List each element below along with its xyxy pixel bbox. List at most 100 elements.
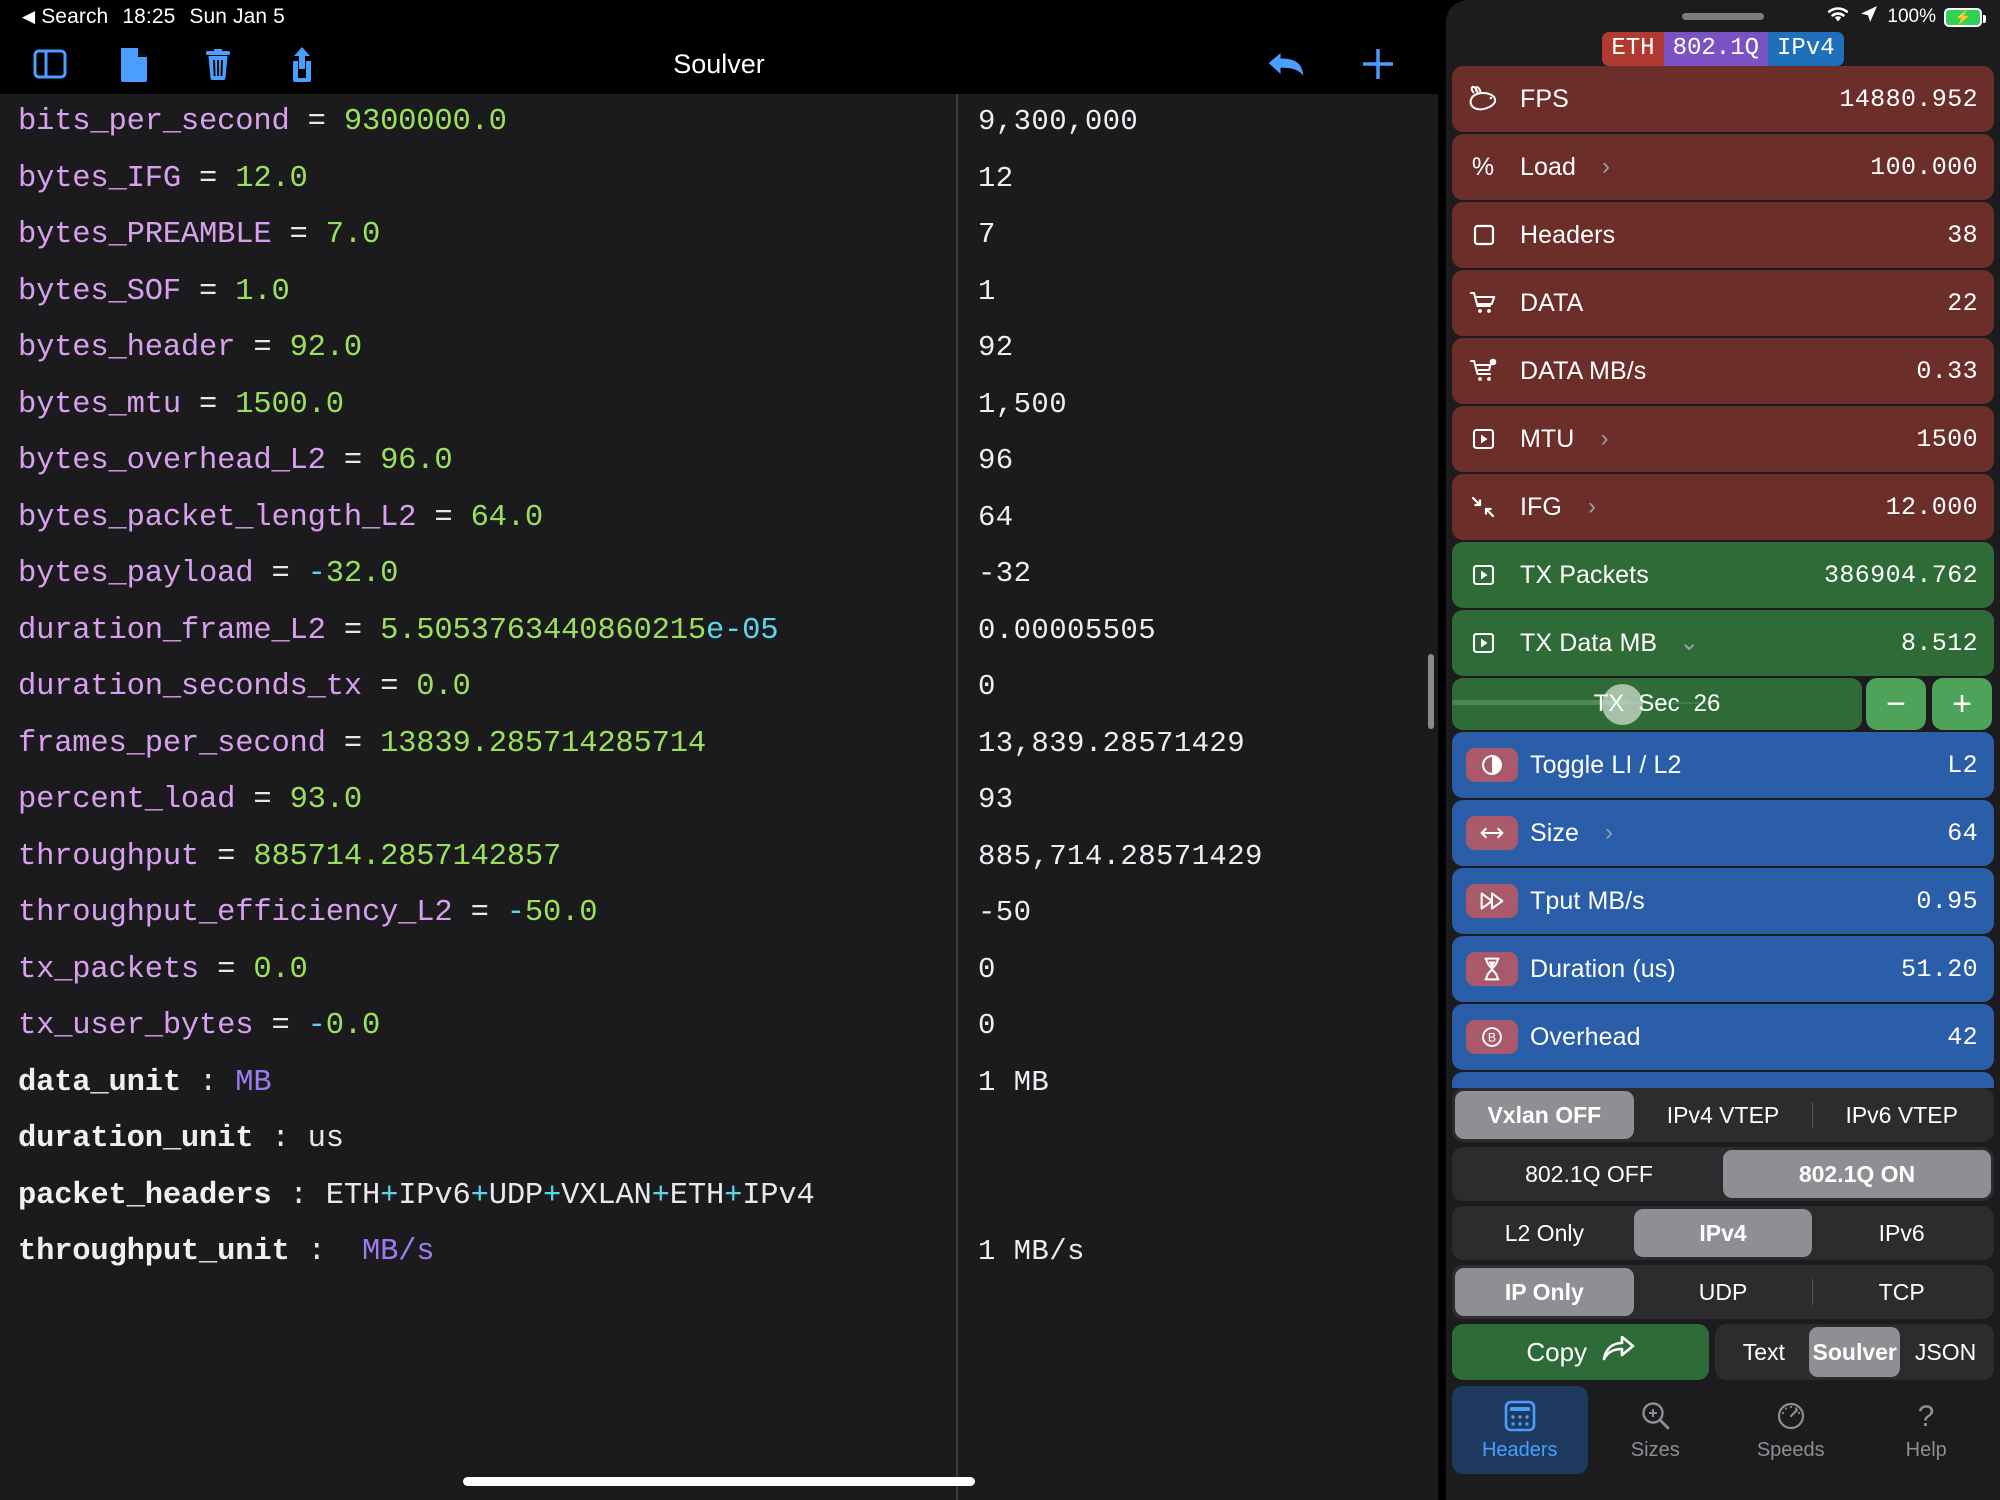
protocol-segment-groups[interactable]: Vxlan OFF IPv4 VTEP IPv6 VTEP 802.1Q OFF 802…: [1446, 1088, 2000, 1324]
soulver-editor[interactable]: bits_per_second = 9300000.0 9,300,000 byte…: [0, 94, 1438, 1500]
editor-scrollbar[interactable]: [1428, 654, 1434, 729]
tab-help[interactable]: ? Help: [1859, 1386, 1995, 1474]
editor-line[interactable]: bytes_packet_length_L2 = 64.0 64: [0, 490, 1438, 547]
editor-expression[interactable]: duration_seconds_tx = 0.0: [18, 659, 471, 716]
metric-row[interactable]: Toggle LI / L2 L2: [1452, 732, 1994, 798]
editor-line[interactable]: bytes_payload = -32.0 -32: [0, 546, 1438, 603]
editor-expression[interactable]: duration_frame_L2 = 5.5053763440860215e-…: [18, 603, 779, 660]
sidebar-icon[interactable]: [30, 44, 70, 84]
segment-option[interactable]: Vxlan OFF: [1455, 1091, 1634, 1139]
editor-expression[interactable]: throughput = 885714.2857142857: [18, 829, 561, 886]
segment-option[interactable]: IPv4: [1633, 1209, 1813, 1257]
segment-option[interactable]: L2 Only: [1455, 1209, 1634, 1257]
decrement-button[interactable]: −: [1866, 678, 1926, 730]
metric-row[interactable]: Headers 38: [1452, 202, 1994, 268]
metric-row[interactable]: Tput MB/s 0.95: [1452, 868, 1994, 934]
segment-option[interactable]: IPv6: [1812, 1209, 1991, 1257]
editor-line[interactable]: duration_frame_L2 = 5.5053763440860215e-…: [0, 603, 1438, 660]
editor-line[interactable]: bits_per_second = 9300000.0 9,300,000: [0, 94, 1438, 151]
tab-speeds[interactable]: Speeds: [1723, 1386, 1859, 1474]
chevron-down-icon[interactable]: ⌄: [1679, 631, 1699, 655]
editor-expression[interactable]: data_unit : MB: [18, 1055, 272, 1112]
editor-expression[interactable]: bytes_IFG = 12.0: [18, 151, 308, 208]
editor-sheet[interactable]: bits_per_second = 9300000.0 9,300,000 byte…: [0, 94, 1438, 1500]
editor-line[interactable]: duration_seconds_tx = 0.0 0: [0, 659, 1438, 716]
tab-sizes[interactable]: Sizes: [1588, 1386, 1724, 1474]
editor-expression[interactable]: duration_unit : us: [18, 1111, 344, 1168]
editor-expression[interactable]: packet_headers : ETH+IPv6+UDP+VXLAN+ETH+…: [18, 1168, 815, 1225]
editor-expression[interactable]: percent_load = 93.0: [18, 772, 362, 829]
editor-expression[interactable]: bytes_overhead_L2 = 96.0: [18, 433, 453, 490]
editor-expression[interactable]: bytes_SOF = 1.0: [18, 264, 290, 321]
editor-expression[interactable]: bytes_mtu = 1500.0: [18, 377, 344, 434]
share-icon[interactable]: [282, 44, 322, 84]
trash-icon[interactable]: [198, 44, 238, 84]
segmented-control[interactable]: IP Only UDP TCP: [1452, 1265, 1994, 1319]
metric-row[interactable]: IFG › 12.000: [1452, 474, 1994, 540]
segment-option[interactable]: IPv6 VTEP: [1812, 1091, 1991, 1139]
bottom-tab-bar[interactable]: Headers Sizes Speeds? Help: [1446, 1386, 2000, 1474]
document-icon[interactable]: [114, 44, 154, 84]
editor-line[interactable]: throughput = 885714.2857142857 885,714.28…: [0, 829, 1438, 886]
tx-seconds-slider-row[interactable]: TX Sec 26 − +: [1452, 678, 1994, 730]
editor-line[interactable]: packet_headers : ETH+IPv6+UDP+VXLAN+ETH+…: [0, 1168, 1438, 1225]
editor-line[interactable]: bytes_mtu = 1500.0 1,500: [0, 377, 1438, 434]
plus-icon[interactable]: [1358, 44, 1398, 84]
editor-line[interactable]: frames_per_second = 13839.285714285714 13…: [0, 716, 1438, 773]
metric-row[interactable]: TX Packets 386904.762: [1452, 542, 1994, 608]
editor-expression[interactable]: tx_packets = 0.0: [18, 942, 308, 999]
segmented-control[interactable]: Vxlan OFF IPv4 VTEP IPv6 VTEP: [1452, 1088, 1994, 1142]
metric-row[interactable]: B Overhead 42: [1452, 1004, 1994, 1070]
metric-row[interactable]: MTU › 1500: [1452, 406, 1994, 472]
editor-line[interactable]: throughput_efficiency_L2 = -50.0 -50: [0, 885, 1438, 942]
editor-expression[interactable]: throughput_unit : MB/s: [18, 1224, 435, 1281]
metric-row[interactable]: DATA MB/s 0.33: [1452, 338, 1994, 404]
editor-line[interactable]: duration_unit : us: [0, 1111, 1438, 1168]
chevron-right-icon[interactable]: ›: [1605, 821, 1613, 845]
segmented-control[interactable]: 802.1Q OFF 802.1Q ON: [1452, 1147, 1994, 1201]
chevron-right-icon[interactable]: ›: [1588, 495, 1596, 519]
undo-arrow-icon[interactable]: [1266, 44, 1306, 84]
output-format-group[interactable]: Text Soulver JSON: [1715, 1324, 1994, 1380]
back-to-search-label[interactable]: Search: [41, 5, 108, 29]
editor-expression[interactable]: frames_per_second = 13839.285714285714: [18, 716, 706, 773]
tab-headers[interactable]: Headers: [1452, 1386, 1588, 1474]
metric-row[interactable]: TX Data MB ⌄ 8.512: [1452, 610, 1994, 676]
chevron-right-icon[interactable]: ›: [1600, 427, 1608, 451]
editor-line[interactable]: bytes_overhead_L2 = 96.0 96: [0, 433, 1438, 490]
editor-line[interactable]: data_unit : MB 1 MB: [0, 1055, 1438, 1112]
metric-row[interactable]: DATA 22: [1452, 270, 1994, 336]
segment-option[interactable]: IPv4 VTEP: [1634, 1091, 1813, 1139]
editor-expression[interactable]: bits_per_second = 9300000.0: [18, 94, 507, 151]
editor-line[interactable]: throughput_unit : MB/s 1 MB/s: [0, 1224, 1438, 1281]
metric-row[interactable]: % Load › 100.000: [1452, 134, 1994, 200]
editor-line[interactable]: bytes_SOF = 1.0 1: [0, 264, 1438, 321]
editor-expression[interactable]: bytes_payload = -32.0: [18, 546, 398, 603]
segment-option[interactable]: UDP: [1634, 1268, 1813, 1316]
metric-row[interactable]: Duration (us) 51.20: [1452, 936, 1994, 1002]
editor-expression[interactable]: throughput_efficiency_L2 = -50.0: [18, 885, 598, 942]
segmented-control[interactable]: L2 Only IPv4 IPv6: [1452, 1206, 1994, 1260]
editor-expression[interactable]: tx_user_bytes = -0.0: [18, 998, 380, 1055]
chevron-right-icon[interactable]: ›: [1602, 155, 1610, 179]
metric-row[interactable]: Size › 64: [1452, 800, 1994, 866]
editor-line[interactable]: tx_packets = 0.0 0: [0, 942, 1438, 999]
copy-button[interactable]: Copy: [1452, 1324, 1710, 1380]
segment-option[interactable]: IP Only: [1455, 1268, 1634, 1316]
format-option[interactable]: JSON: [1900, 1327, 1991, 1377]
editor-expression[interactable]: bytes_PREAMBLE = 7.0: [18, 207, 380, 264]
editor-line[interactable]: bytes_IFG = 12.0 12: [0, 151, 1438, 208]
editor-line[interactable]: bytes_PREAMBLE = 7.0 7: [0, 207, 1438, 264]
segment-option[interactable]: 802.1Q ON: [1723, 1150, 1991, 1198]
format-option[interactable]: Text: [1718, 1327, 1809, 1377]
segment-option[interactable]: TCP: [1812, 1268, 1991, 1316]
drag-grabber[interactable]: [1682, 13, 1764, 20]
editor-line[interactable]: tx_user_bytes = -0.0 0: [0, 998, 1438, 1055]
metrics-list[interactable]: FPS 14880.952% Load › 100.000 Headers 38 DATA 22…: [1446, 66, 2000, 1088]
metric-row[interactable]: FPS 14880.952: [1452, 66, 1994, 132]
segment-option[interactable]: 802.1Q OFF: [1455, 1150, 1723, 1198]
format-option[interactable]: Soulver: [1809, 1327, 1901, 1377]
editor-line[interactable]: bytes_header = 92.0 92: [0, 320, 1438, 377]
back-triangle-icon[interactable]: ◀: [22, 7, 35, 27]
editor-expression[interactable]: bytes_header = 92.0: [18, 320, 362, 377]
